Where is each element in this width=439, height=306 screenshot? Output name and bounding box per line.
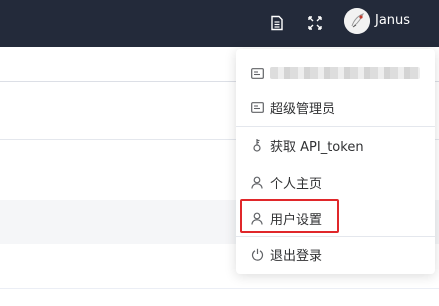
user-dropdown-menu: 超级管理员 获取 API_token 个人主页 用户设置 退出登录 [236, 49, 435, 274]
menu-item-logout[interactable]: 退出登录 [236, 236, 435, 272]
row-divider [0, 288, 439, 289]
menu-item-label: 超级管理员 [270, 101, 336, 117]
menu-item-account[interactable] [236, 55, 435, 91]
menu-item-profile[interactable]: 个人主页 [236, 164, 435, 200]
fullscreen-icon[interactable] [304, 12, 326, 34]
key-icon [250, 138, 264, 152]
menu-item-api-token[interactable]: 获取 API_token [236, 127, 435, 163]
menu-item-super-admin[interactable]: 超级管理员 [236, 89, 435, 125]
menu-item-label: 获取 API_token [270, 139, 364, 155]
annotation-highlight-box [240, 199, 339, 233]
top-navbar: Janus [0, 0, 439, 47]
avatar[interactable] [344, 8, 370, 34]
document-icon[interactable] [266, 12, 288, 34]
id-card-icon [250, 100, 264, 114]
id-card-icon [250, 66, 264, 80]
username-label[interactable]: Janus [375, 13, 410, 28]
menu-item-label: 退出登录 [270, 248, 323, 264]
power-icon [250, 247, 264, 261]
blurred-account-name [270, 67, 420, 79]
menu-item-label: 个人主页 [270, 176, 323, 192]
user-icon [250, 175, 264, 189]
